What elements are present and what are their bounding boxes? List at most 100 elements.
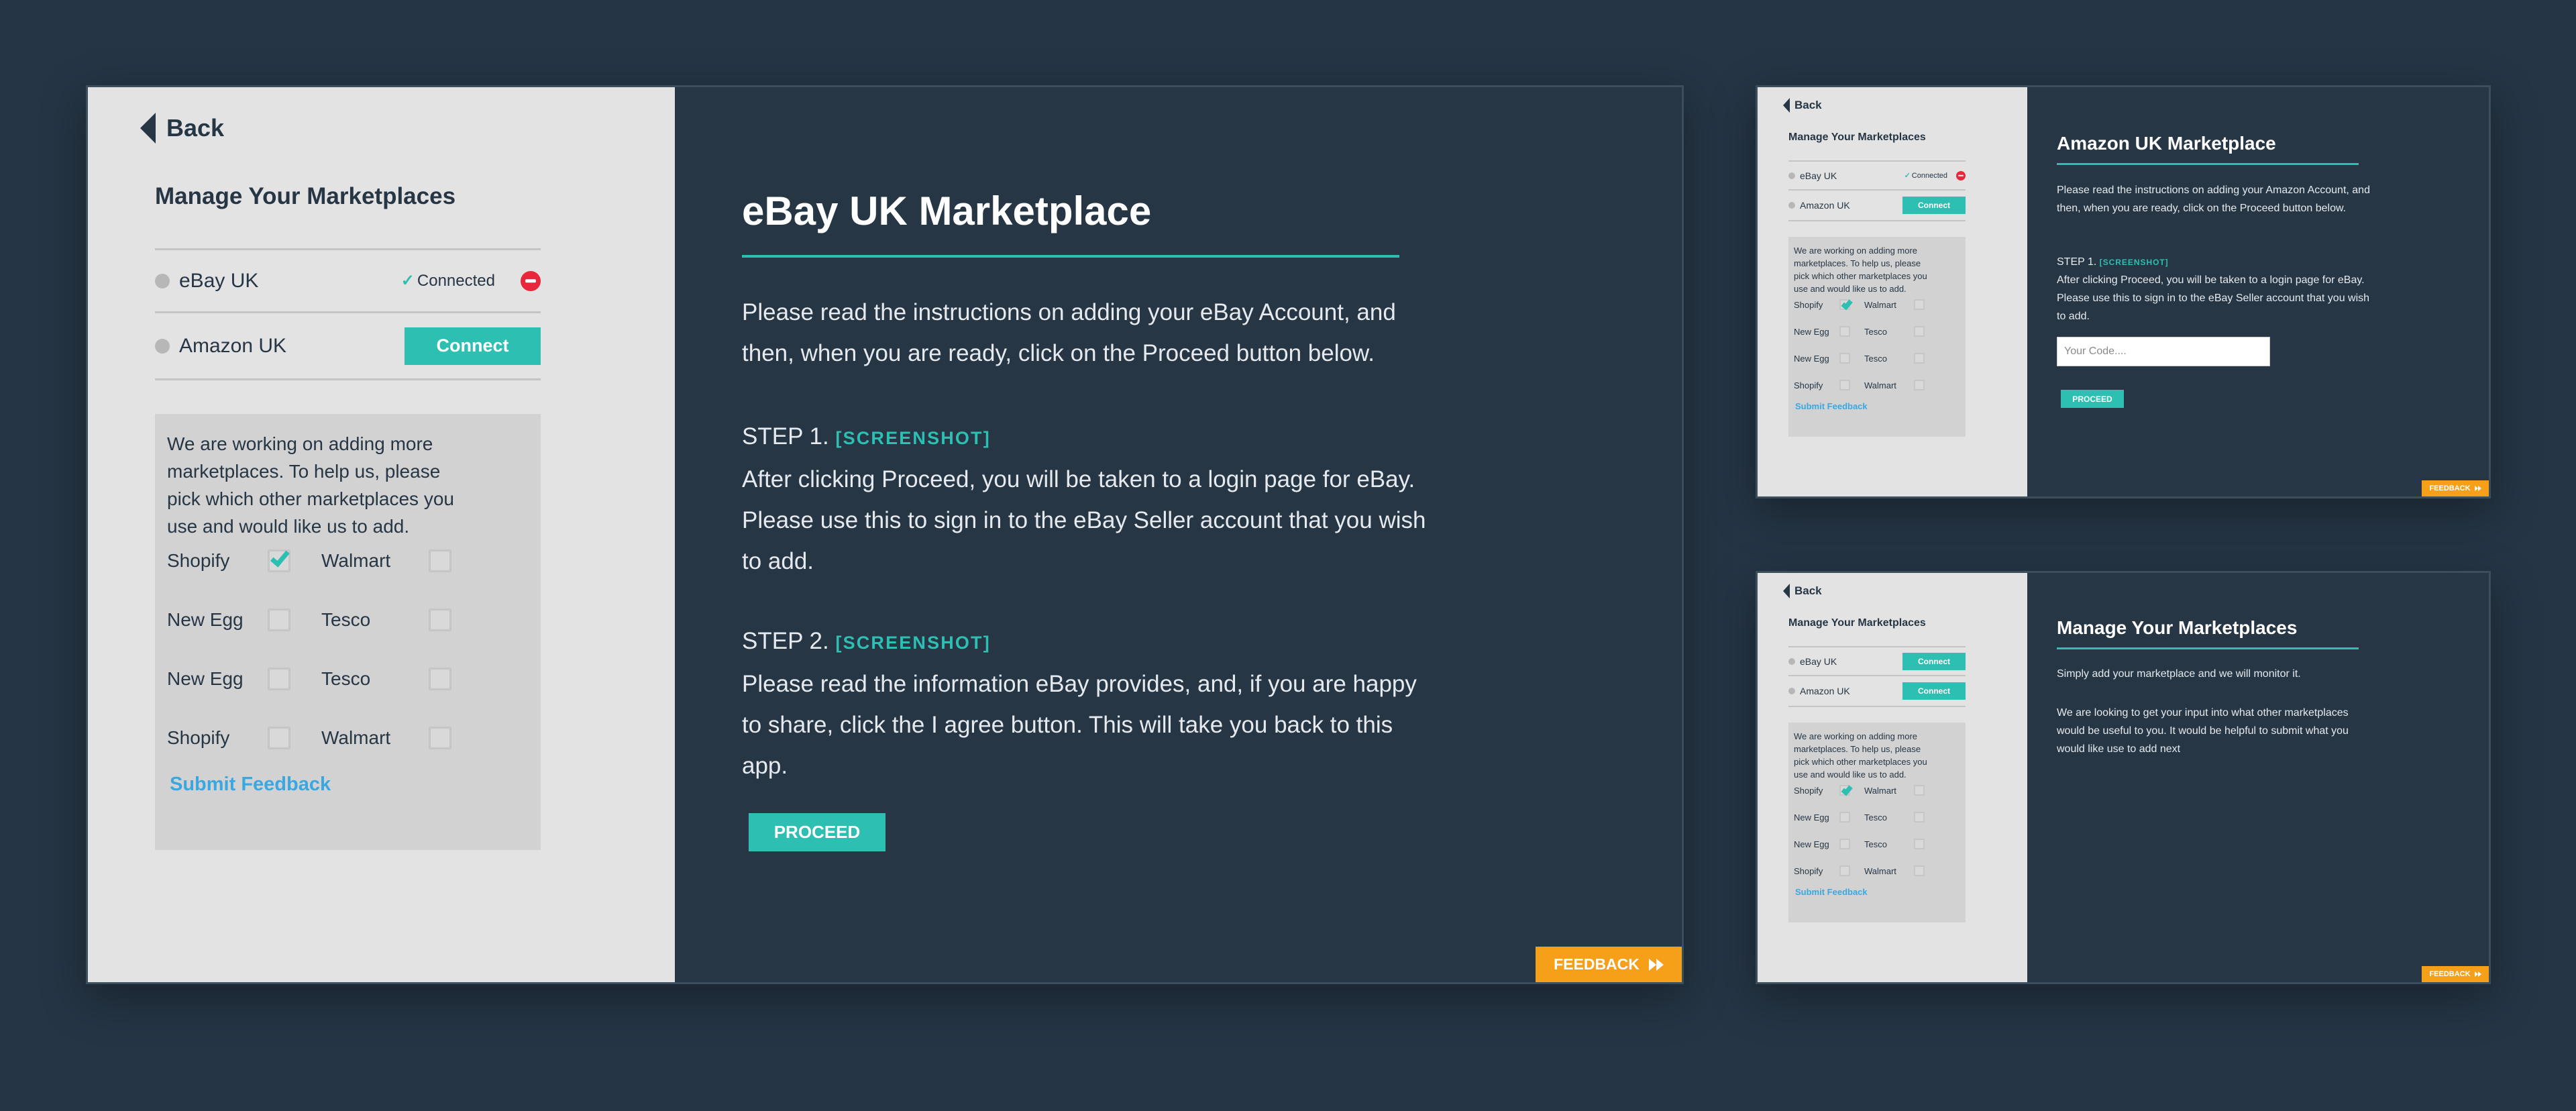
option-label: Shopify [167, 550, 230, 571]
option-checkbox[interactable] [1914, 353, 1925, 364]
connect-button[interactable]: Connect [405, 327, 541, 365]
feedback-button[interactable]: FEEDBACK [2422, 966, 2489, 982]
option-label: Shopify [1794, 380, 1823, 390]
content-panel: Amazon UK Marketplace Please read the in… [2027, 87, 2489, 496]
connect-button[interactable]: Connect [1902, 682, 1966, 700]
marketplace-options: Shopify Walmart New Egg Tesco New Egg Te… [1794, 785, 1960, 876]
page-title: Manage Your Marketplaces [2057, 617, 2298, 638]
sidebar-panel: Back Manage Your Marketplaces eBay UK Co… [1758, 573, 2027, 982]
option-checkbox[interactable] [268, 727, 290, 749]
marketplace-name: Amazon UK [1800, 686, 1850, 696]
option-checkbox[interactable] [1914, 812, 1925, 823]
option-checkbox[interactable] [429, 609, 451, 631]
step-1-label: STEP 1. [742, 423, 829, 449]
connected-status: ✓ Connected [1904, 171, 1947, 180]
status-dot [1788, 688, 1795, 694]
marketplace-row-ebay: eBay UK ✓ Connected [155, 248, 541, 313]
option-checkbox[interactable] [1839, 326, 1850, 337]
proceed-button[interactable]: PROCEED [2061, 390, 2124, 408]
submit-feedback-link[interactable]: Submit Feedback [1795, 887, 1960, 897]
step-1: STEP 1. [SCREENSHOT] After clicking Proc… [2057, 254, 2379, 325]
connected-label: Connected [1911, 171, 1947, 180]
option-checkbox[interactable] [1839, 785, 1850, 796]
intro-text: Simply add your marketplace and we will … [2057, 668, 2301, 680]
step-1-heading: STEP 1. [SCREENSHOT] [2057, 254, 2379, 271]
remove-marketplace-button[interactable] [521, 270, 541, 291]
option-label: New Egg [167, 668, 244, 689]
checkmark-icon: ✓ [1904, 172, 1911, 180]
option-label: Walmart [321, 550, 391, 571]
back-button[interactable]: Back [140, 113, 224, 144]
connect-button[interactable]: Connect [1902, 197, 1966, 214]
marketplace-row-amazon: Amazon UK Connect [1788, 676, 1966, 707]
connected-status: ✓ Connected [401, 271, 495, 290]
marketplace-row-amazon: Amazon UK Connect [1788, 191, 1966, 221]
status-dot [1788, 172, 1795, 179]
manage-screen: Back Manage Your Marketplaces eBay UK Co… [1756, 571, 2491, 984]
option-checkbox[interactable] [1839, 839, 1850, 849]
marketplace-row-amazon: Amazon UK Connect [155, 313, 541, 380]
option-checkbox[interactable] [1839, 865, 1850, 876]
option-label: Walmart [321, 727, 391, 748]
feedback-request-text: We are looking to get your input into wh… [2057, 707, 2349, 755]
option-checkbox[interactable] [1839, 380, 1850, 390]
option-label: Walmart [1864, 299, 1896, 310]
option-checkbox[interactable] [1914, 326, 1925, 337]
title-underline [2057, 163, 2359, 165]
feedback-prompt: We are working on adding more marketplac… [167, 433, 454, 537]
marketplace-name: Amazon UK [1800, 200, 1850, 211]
option-checkbox[interactable] [1839, 812, 1850, 823]
feedback-box: We are working on adding more marketplac… [1788, 723, 1966, 922]
option-checkbox[interactable] [1914, 380, 1925, 390]
back-button[interactable]: Back [1783, 584, 1822, 598]
feedback-prompt: We are working on adding more marketplac… [1794, 731, 1927, 780]
option-label: Shopify [1794, 299, 1823, 310]
status-dot [1788, 202, 1795, 209]
marketplace-name: Amazon UK [179, 334, 287, 357]
remove-marketplace-button[interactable] [1956, 170, 1966, 180]
marketplace-row-ebay: eBay UK ✓ Connected [1788, 160, 1966, 191]
checkmark-icon: ✓ [400, 272, 415, 290]
option-checkbox[interactable] [1839, 299, 1850, 310]
feedback-button[interactable]: FEEDBACK [2422, 480, 2489, 496]
main-screen: Back Manage Your Marketplaces eBay UK ✓ … [86, 85, 1684, 984]
submit-feedback-link[interactable]: Submit Feedback [1795, 401, 1960, 411]
option-checkbox[interactable] [1914, 785, 1925, 796]
marketplace-name: eBay UK [1800, 655, 1837, 667]
proceed-button[interactable]: PROCEED [749, 813, 885, 851]
option-checkbox[interactable] [1839, 353, 1850, 364]
feedback-prompt: We are working on adding more marketplac… [1794, 246, 1927, 294]
submit-feedback-link[interactable]: Submit Feedback [170, 774, 529, 796]
content-panel: eBay UK Marketplace Please read the inst… [675, 87, 1682, 982]
option-checkbox[interactable] [268, 549, 290, 572]
status-dot [155, 338, 170, 354]
back-label: Back [166, 114, 225, 142]
option-label: Walmart [1864, 865, 1896, 876]
option-label: Tesco [321, 609, 371, 630]
title-underline [742, 255, 1399, 258]
feedback-button[interactable]: FEEDBACK [1536, 947, 1682, 982]
option-checkbox[interactable] [1914, 299, 1925, 310]
option-checkbox[interactable] [268, 668, 290, 690]
option-label: Tesco [321, 668, 371, 689]
option-label: Tesco [1864, 326, 1887, 337]
feedback-label: FEEDBACK [1554, 955, 1640, 973]
sidebar-title: Manage Your Marketplaces [1788, 131, 1926, 143]
feedback-box: We are working on adding more marketplac… [155, 414, 541, 850]
back-button[interactable]: Back [1783, 98, 1822, 113]
option-checkbox[interactable] [268, 609, 290, 631]
option-checkbox[interactable] [1914, 865, 1925, 876]
step-2-label: STEP 2. [742, 628, 829, 654]
option-label: Walmart [1864, 380, 1896, 390]
code-input[interactable] [2057, 337, 2270, 366]
sidebar-panel: Back Manage Your Marketplaces eBay UK ✓ … [88, 87, 675, 982]
option-label: Tesco [1864, 839, 1887, 849]
option-checkbox[interactable] [1914, 839, 1925, 849]
option-checkbox[interactable] [429, 727, 451, 749]
status-dot [1788, 657, 1795, 665]
sidebar-title: Manage Your Marketplaces [155, 183, 456, 209]
option-checkbox[interactable] [429, 668, 451, 690]
connect-button[interactable]: Connect [1902, 652, 1966, 670]
step-1-screenshot-tag: [SCREENSHOT] [835, 428, 991, 448]
option-checkbox[interactable] [429, 549, 451, 572]
